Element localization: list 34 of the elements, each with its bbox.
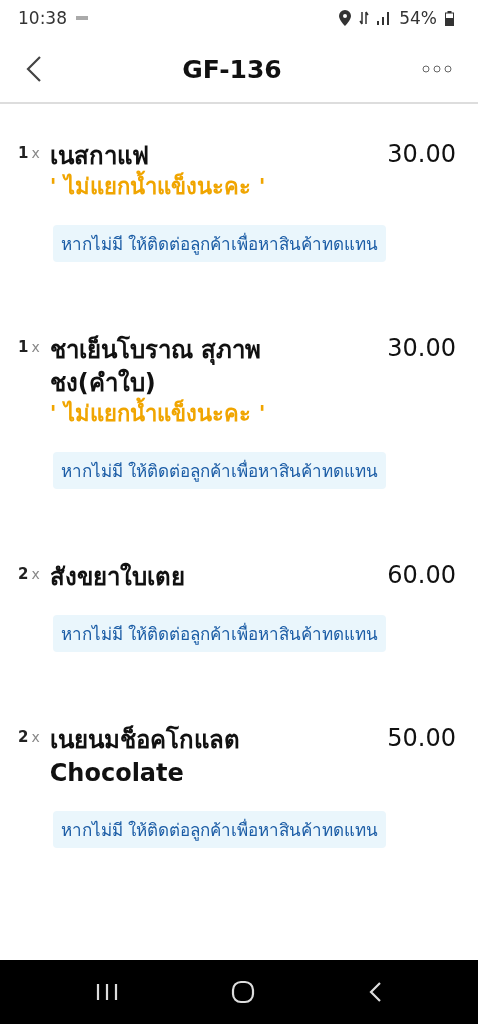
item-name: เนสกาแฟ: [49, 141, 150, 170]
substitute-tag: หากไม่มี ให้ติดต่อลูกค้าเพื่อหาสินค้าทดแทน: [53, 810, 387, 848]
status-time: 10:38: [18, 8, 67, 28]
home-icon[interactable]: [231, 980, 255, 1004]
times-sign: x: [31, 565, 40, 582]
item-name: สังขยาใบเตย: [49, 561, 186, 593]
back-icon[interactable]: [26, 55, 42, 83]
substitute-tag: หากไม่มี ให้ติดต่อลูกค้าเพื่อหาสินค้าทดแทน: [53, 225, 387, 263]
battery-icon: [445, 10, 454, 26]
item-price: 60.00: [387, 560, 456, 589]
item-quantity: 2: [18, 564, 29, 583]
item-quantity: 1: [18, 338, 29, 357]
times-sign: x: [31, 145, 40, 161]
substitute-tag: หากไม่มี ให้ติดต่อลูกค้าเพื่อหาสินค้าทดแทน: [53, 615, 387, 653]
substitute-tag: หากไม่มี ให้ติดต่อลูกค้าเพื่อหาสินค้าทดแทน: [53, 451, 387, 489]
data-transfer-icon: [359, 10, 370, 26]
item-note: ' ไม่แยกน้ำแข็งนะคะ ': [49, 172, 300, 204]
location-icon: [339, 10, 352, 26]
item-name: ชาเย็นโบราณ สุภาพชง(คำใบ): [49, 334, 263, 397]
item-price: 30.00: [387, 140, 456, 168]
item-note: ' ไม่แยกน้ำแข็งนะคะ ': [49, 398, 300, 430]
order-title: GF-136: [182, 54, 282, 84]
item-price: 50.00: [387, 724, 456, 753]
signal-icon: [377, 11, 392, 25]
item-price: 30.00: [387, 334, 456, 363]
battery-percent: 54%: [399, 8, 437, 28]
item-quantity: 2: [18, 728, 29, 747]
back-nav-icon[interactable]: [367, 981, 382, 1003]
recent-apps-icon[interactable]: [96, 982, 119, 1002]
item-name: เนยนมช็อคโกแลต Chocolate: [49, 724, 241, 789]
item-quantity: 1: [18, 144, 29, 162]
times-sign: x: [31, 729, 40, 746]
times-sign: x: [31, 339, 40, 356]
more-icon[interactable]: [422, 65, 452, 73]
